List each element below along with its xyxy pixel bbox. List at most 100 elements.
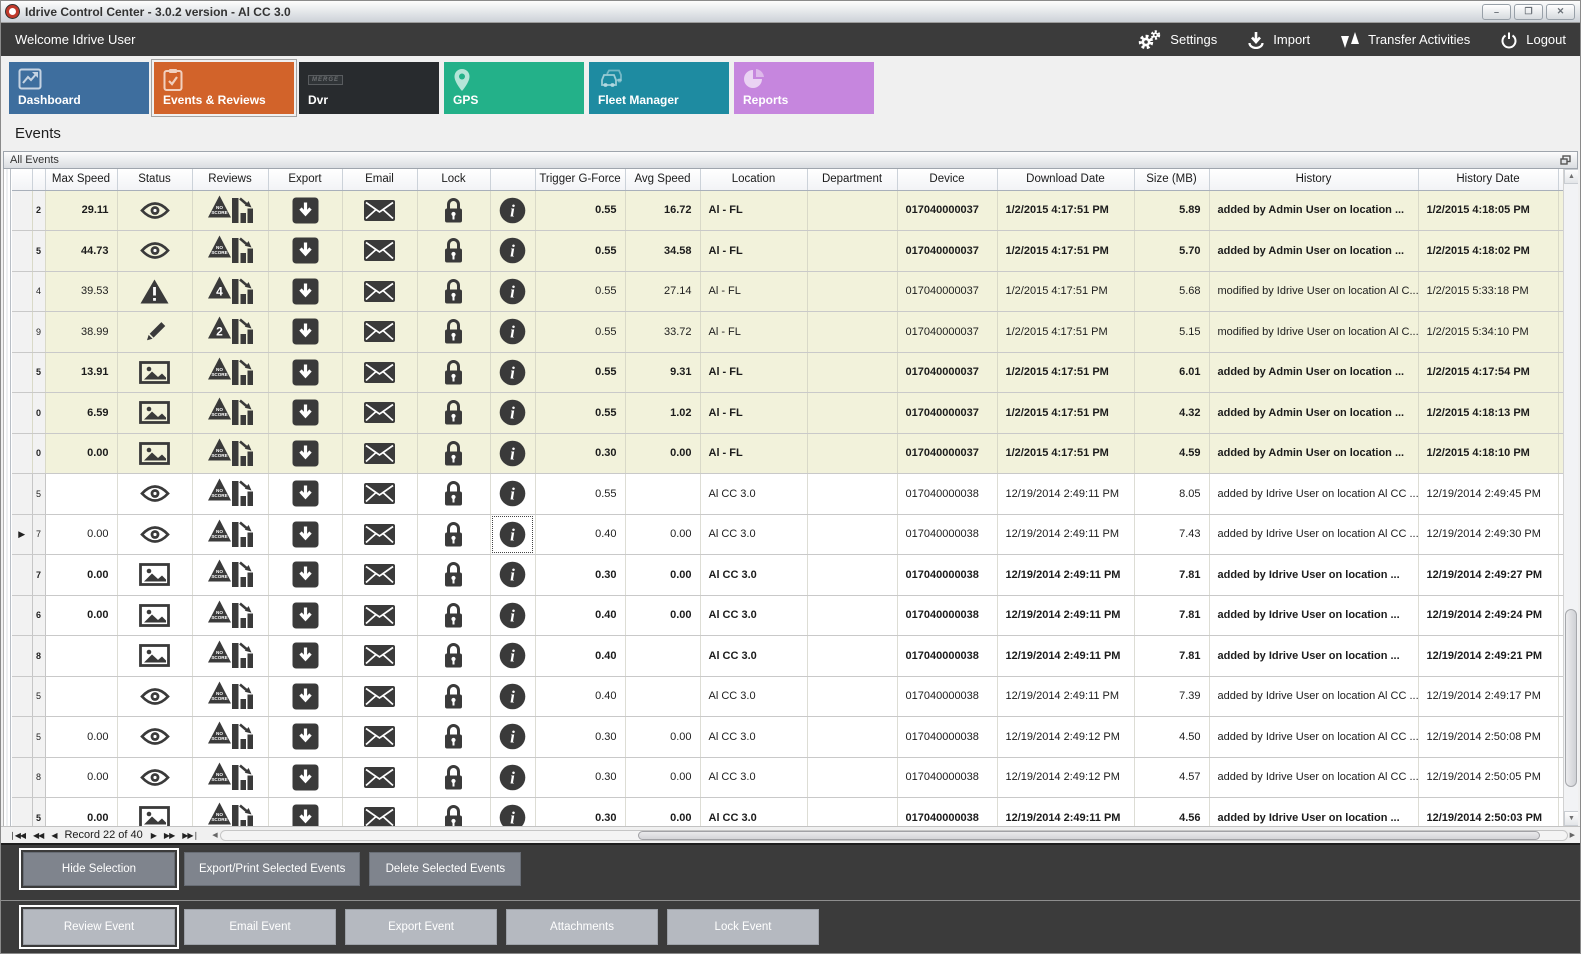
export-event-button[interactable]: Export Event — [345, 909, 497, 945]
import-menu-item[interactable]: Import — [1247, 31, 1310, 49]
export-cell[interactable] — [268, 393, 342, 434]
reviews-cell[interactable]: NOSCORE — [192, 433, 268, 474]
reviews-cell[interactable]: NOSCORE — [192, 474, 268, 515]
status-cell[interactable] — [117, 474, 192, 515]
status-cell[interactable] — [117, 352, 192, 393]
column-header-blank[interactable] — [32, 169, 45, 190]
lock-cell[interactable] — [417, 676, 490, 717]
info-cell[interactable]: i — [490, 595, 535, 636]
reviews-cell[interactable]: 2 — [192, 312, 268, 353]
vertical-scrollbar[interactable]: ▲ ▼ — [1563, 169, 1578, 826]
lock-cell[interactable] — [417, 271, 490, 312]
attachments-button[interactable]: Attachments — [506, 909, 658, 945]
reviews-cell[interactable]: NOSCORE — [192, 676, 268, 717]
table-row[interactable]: ▶70.00 NOSCORE i0.400.00Al CC 3.00170400… — [12, 514, 1568, 555]
lock-cell[interactable] — [417, 393, 490, 434]
info-cell[interactable]: i — [490, 514, 535, 555]
reviews-cell[interactable]: NOSCORE — [192, 717, 268, 758]
lock-cell[interactable] — [417, 231, 490, 272]
export-cell[interactable] — [268, 676, 342, 717]
status-cell[interactable] — [117, 555, 192, 596]
info-cell[interactable]: i — [490, 190, 535, 231]
hide-selection-button[interactable]: Hide Selection — [23, 852, 175, 886]
status-cell[interactable] — [117, 312, 192, 353]
scroll-left-icon[interactable]: ◀ — [210, 831, 219, 839]
panel-restore-icon[interactable] — [1560, 154, 1571, 166]
email-cell[interactable] — [342, 798, 417, 827]
transfer-activities-menu-item[interactable]: Transfer Activities — [1340, 30, 1470, 50]
tab-dvr[interactable]: MERGE Dvr — [299, 62, 439, 114]
reviews-cell[interactable]: NOSCORE — [192, 231, 268, 272]
info-cell[interactable]: i — [490, 231, 535, 272]
lock-cell[interactable] — [417, 352, 490, 393]
email-cell[interactable] — [342, 717, 417, 758]
tab-reports[interactable]: Reports — [734, 62, 874, 114]
reviews-cell[interactable]: NOSCORE — [192, 190, 268, 231]
tab-events-reviews[interactable]: Events & Reviews — [154, 62, 294, 114]
table-row[interactable]: 80.00 NOSCORE i0.300.00Al CC 3.001704000… — [12, 757, 1568, 798]
lock-cell[interactable] — [417, 514, 490, 555]
info-cell[interactable]: i — [490, 757, 535, 798]
lock-cell[interactable] — [417, 433, 490, 474]
table-row[interactable]: 439.53 4 i0.5527.14Al - FL0170400000371/… — [12, 271, 1568, 312]
logout-menu-item[interactable]: Logout — [1500, 31, 1566, 49]
column-header-department[interactable]: Department — [807, 169, 897, 190]
info-cell[interactable]: i — [490, 555, 535, 596]
column-header-device[interactable]: Device — [897, 169, 997, 190]
email-cell[interactable] — [342, 190, 417, 231]
table-row[interactable]: 60.00 NOSCORE i0.400.00Al CC 3.001704000… — [12, 595, 1568, 636]
status-cell[interactable] — [117, 271, 192, 312]
tab-fleet-manager[interactable]: Fleet Manager — [589, 62, 729, 114]
table-row[interactable]: 50.00 NOSCORE i0.300.00Al CC 3.001704000… — [12, 717, 1568, 758]
lock-cell[interactable] — [417, 798, 490, 827]
column-header-download-date[interactable]: Download Date — [997, 169, 1134, 190]
export-cell[interactable] — [268, 555, 342, 596]
table-row[interactable]: 70.00 NOSCORE i0.300.00Al CC 3.001704000… — [12, 555, 1568, 596]
maximize-button[interactable]: ❐ — [1514, 4, 1543, 20]
export-cell[interactable] — [268, 798, 342, 827]
email-cell[interactable] — [342, 474, 417, 515]
review-event-button[interactable]: Review Event — [23, 909, 175, 945]
horizontal-scroll-thumb[interactable] — [638, 831, 1540, 840]
reviews-cell[interactable]: NOSCORE — [192, 352, 268, 393]
export-cell[interactable] — [268, 312, 342, 353]
column-header-blank[interactable] — [490, 169, 535, 190]
next-record-button[interactable]: ▶ — [147, 831, 160, 840]
settings-menu-item[interactable]: Settings — [1136, 29, 1217, 51]
export-cell[interactable] — [268, 514, 342, 555]
export-cell[interactable] — [268, 717, 342, 758]
lock-cell[interactable] — [417, 555, 490, 596]
status-cell[interactable] — [117, 595, 192, 636]
table-row[interactable]: 00.00 NOSCORE i0.300.00Al - FL0170400000… — [12, 433, 1568, 474]
next-page-button[interactable]: ▶▶ — [160, 831, 178, 840]
email-cell[interactable] — [342, 312, 417, 353]
close-button[interactable]: ✕ — [1546, 4, 1575, 20]
scroll-up-icon[interactable]: ▲ — [1564, 169, 1578, 184]
email-cell[interactable] — [342, 555, 417, 596]
status-cell[interactable] — [117, 717, 192, 758]
export-cell[interactable] — [268, 636, 342, 677]
lock-cell[interactable] — [417, 190, 490, 231]
reviews-cell[interactable]: NOSCORE — [192, 636, 268, 677]
email-cell[interactable] — [342, 595, 417, 636]
lock-cell[interactable] — [417, 595, 490, 636]
column-header-location[interactable]: Location — [700, 169, 807, 190]
info-cell[interactable]: i — [490, 798, 535, 827]
status-cell[interactable] — [117, 433, 192, 474]
reviews-cell[interactable]: NOSCORE — [192, 595, 268, 636]
status-cell[interactable] — [117, 757, 192, 798]
status-cell[interactable] — [117, 231, 192, 272]
email-cell[interactable] — [342, 393, 417, 434]
column-header-history[interactable]: History — [1209, 169, 1418, 190]
table-row[interactable]: 5 NOSCORE i0.40Al CC 3.001704000003812/1… — [12, 676, 1568, 717]
info-cell[interactable]: i — [490, 636, 535, 677]
lock-cell[interactable] — [417, 474, 490, 515]
export-cell[interactable] — [268, 231, 342, 272]
email-event-button[interactable]: Email Event — [184, 909, 336, 945]
status-cell[interactable] — [117, 676, 192, 717]
delete-selected-events-button[interactable]: Delete Selected Events — [369, 852, 521, 886]
column-header-status[interactable]: Status — [117, 169, 192, 190]
lock-cell[interactable] — [417, 312, 490, 353]
scroll-down-icon[interactable]: ▼ — [1564, 811, 1578, 826]
info-cell[interactable]: i — [490, 393, 535, 434]
